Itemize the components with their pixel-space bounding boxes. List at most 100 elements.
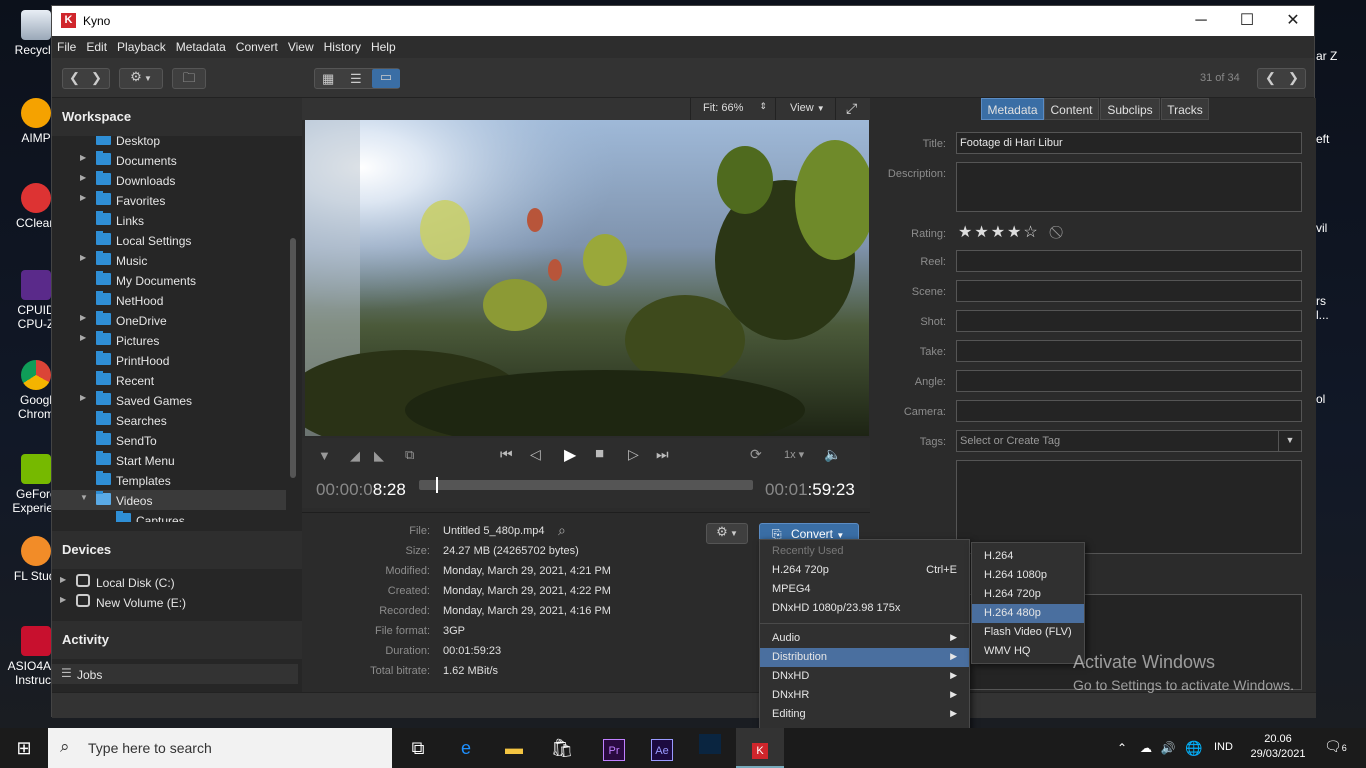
folder-tree-item[interactable]: PrintHood [52, 350, 286, 370]
file-actions-button[interactable]: ⚙ ▼ [706, 523, 748, 544]
expand-arrow-icon[interactable]: ▶ [80, 173, 86, 182]
next-item-icon[interactable]: ❯ [1288, 70, 1299, 86]
folder-tree-item[interactable]: ▶ Music [52, 250, 286, 270]
description-field[interactable] [956, 162, 1302, 212]
expand-arrow-icon[interactable]: ▶ [80, 193, 86, 202]
title-field[interactable]: Footage di Hari Libur [956, 132, 1302, 154]
playback-speed-select[interactable]: 1x ▾ [784, 448, 804, 461]
folder-tree-item[interactable]: Desktop [52, 136, 286, 150]
folder-tree-item[interactable]: ▼ Videos [52, 490, 286, 510]
volume-tray-icon[interactable]: 🔊 [1158, 728, 1178, 768]
menu-metadata[interactable]: Metadata [171, 36, 231, 54]
settings-dropdown-button[interactable]: ⚙ ▼ [119, 68, 163, 89]
kyno-taskbar-icon[interactable]: K [736, 728, 784, 768]
stop-icon[interactable]: ■ [595, 445, 604, 462]
menu-history[interactable]: History [319, 36, 366, 54]
timeline-scrubber[interactable] [419, 477, 753, 493]
device-local-disk[interactable]: ▶ Local Disk (C:) [52, 572, 286, 592]
folder-tree-item[interactable]: Captures [52, 510, 286, 522]
convert-menu-category[interactable]: Distribution ▶ [760, 648, 969, 667]
cloud-icon[interactable]: ☁ [1136, 728, 1156, 768]
tab-tracks[interactable]: Tracks [1161, 98, 1209, 120]
device-new-volume[interactable]: ▶ New Volume (E:) [52, 592, 286, 612]
expand-arrow-icon[interactable]: ▶ [60, 575, 66, 584]
convert-menu-item-recent[interactable]: MPEG4 [760, 580, 969, 599]
tags-input[interactable]: Select or Create Tag [956, 430, 1302, 452]
convert-menu-item-recent[interactable]: H.264 720p Ctrl+E [760, 561, 969, 580]
tags-list[interactable] [956, 460, 1302, 554]
distribution-preset-item[interactable]: H.264 1080p [972, 566, 1084, 585]
terminal-icon[interactable] [686, 728, 734, 768]
folder-tree-item[interactable]: Searches [52, 410, 286, 430]
maximize-button[interactable]: ☐ [1224, 6, 1270, 36]
forward-arrow-icon[interactable]: ❯ [91, 70, 102, 86]
after-effects-icon[interactable]: Ae [638, 728, 686, 768]
star-icon[interactable]: ★ [958, 224, 972, 241]
edge-icon[interactable]: e [442, 728, 490, 768]
folder-tree-item[interactable]: NetHood [52, 290, 286, 310]
camera-field[interactable] [956, 400, 1302, 422]
angle-field[interactable] [956, 370, 1302, 392]
convert-menu-category[interactable]: DNxHR ▶ [760, 686, 969, 705]
grid-view-icon[interactable]: ▦ [322, 71, 334, 87]
globe-icon[interactable]: 🌐 [1182, 728, 1206, 768]
video-frame[interactable] [305, 120, 869, 436]
mark-in-icon[interactable]: ◢ [350, 448, 360, 464]
folder-tree-item[interactable]: Start Menu [52, 450, 286, 470]
tab-content[interactable]: Content [1044, 98, 1099, 120]
windows-start-icon[interactable]: ⊞ [0, 728, 48, 768]
distribution-preset-item[interactable]: H.264 [972, 547, 1084, 566]
minimize-button[interactable]: ─ [1178, 6, 1224, 36]
expand-arrow-icon[interactable]: ▶ [80, 333, 86, 342]
volume-icon[interactable]: 🔈 [824, 446, 841, 463]
menu-file[interactable]: File [52, 36, 81, 54]
distribution-preset-item[interactable]: Flash Video (FLV) [972, 623, 1084, 642]
premiere-icon[interactable]: Pr [590, 728, 638, 768]
tab-subclips[interactable]: Subclips [1100, 98, 1160, 120]
expand-arrow-icon[interactable]: ▶ [60, 595, 66, 604]
step-back-icon[interactable]: ◁ [530, 446, 541, 463]
folder-tree-item[interactable]: ▶ Saved Games [52, 390, 286, 410]
devices-header[interactable]: Devices [52, 531, 302, 569]
language-indicator[interactable]: IND [1214, 741, 1233, 753]
file-explorer-icon[interactable]: ▬ [490, 728, 538, 768]
mark-out-icon[interactable]: ◣ [374, 448, 384, 464]
distribution-preset-item[interactable]: WMV HQ [972, 642, 1084, 661]
playhead[interactable] [435, 477, 438, 493]
folder-tree-item[interactable]: ▶ Pictures [52, 330, 286, 350]
distribution-preset-item[interactable]: H.264 480p [972, 604, 1084, 623]
folder-tree-item[interactable]: Templates [52, 470, 286, 490]
folder-tree-item[interactable]: ▶ Documents [52, 150, 286, 170]
back-arrow-icon[interactable]: ❮ [69, 70, 80, 86]
star-icon[interactable]: ★ [974, 224, 988, 241]
tags-dropdown-button[interactable]: ▼ [1278, 431, 1301, 451]
workspace-header[interactable]: Workspace [52, 98, 302, 136]
play-icon[interactable]: ▶ [564, 445, 576, 465]
list-view-icon[interactable]: ☰ [350, 71, 362, 87]
rating-stars[interactable]: ★ ★ ★ ★ ☆ [958, 222, 1040, 242]
single-view-icon[interactable]: ▭ [372, 69, 400, 88]
activity-header[interactable]: Activity [52, 621, 302, 659]
folder-tree-item[interactable]: ▶ OneDrive [52, 310, 286, 330]
folder-tree-item[interactable]: Local Settings [52, 230, 286, 250]
expand-arrow-icon[interactable]: ▶ [80, 253, 86, 262]
tree-scrollbar[interactable] [290, 238, 296, 478]
convert-menu-item-recent[interactable]: DNxHD 1080p/23.98 175x [760, 599, 969, 618]
jobs-item[interactable]: ☰ Jobs [52, 664, 298, 684]
reel-field[interactable] [956, 250, 1302, 272]
star-icon[interactable]: ☆ [1023, 224, 1037, 241]
menu-view[interactable]: View [283, 36, 319, 54]
menu-edit[interactable]: Edit [81, 36, 112, 54]
menu-help[interactable]: Help [366, 36, 401, 54]
star-icon[interactable]: ★ [991, 224, 1005, 241]
menu-convert[interactable]: Convert [231, 36, 283, 54]
take-field[interactable] [956, 340, 1302, 362]
folder-tree-item[interactable]: SendTo [52, 430, 286, 450]
tab-metadata[interactable]: Metadata [981, 98, 1044, 120]
taskbar-search-box[interactable]: ⌕ Type here to search [48, 728, 392, 768]
skip-forward-icon[interactable]: ⏭ [656, 446, 669, 463]
skip-back-icon[interactable]: ⏮ [500, 446, 513, 463]
convert-menu-category[interactable]: DNxHD ▶ [760, 667, 969, 686]
reveal-file-icon[interactable]: ⌕ [558, 522, 566, 539]
convert-menu-category[interactable]: Audio ▶ [760, 629, 969, 648]
